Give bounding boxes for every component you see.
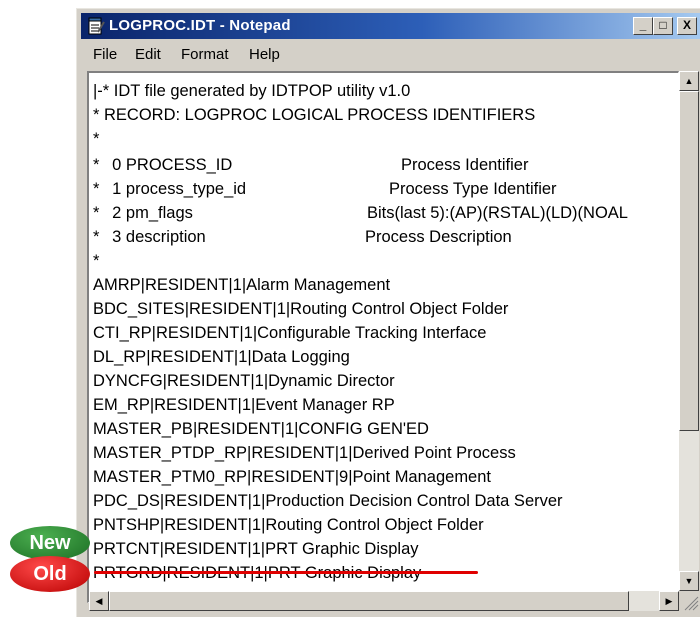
field-star: *: [93, 228, 100, 246]
resize-grip[interactable]: [679, 591, 699, 611]
header-line: *: [93, 130, 100, 148]
field-description: Process Description: [365, 228, 512, 246]
new-badge: New: [10, 526, 90, 560]
record-line: MASTER_PTDP_RP|RESIDENT|1|Derived Point …: [93, 444, 516, 462]
header-line: * RECORD: LOGPROC LOGICAL PROCESS IDENTI…: [93, 106, 536, 124]
record-line: EM_RP|RESIDENT|1|Event Manager RP: [93, 396, 395, 414]
menu-format[interactable]: Format: [181, 46, 229, 63]
scroll-left-button[interactable]: ◀: [89, 591, 109, 611]
horizontal-scroll-thumb[interactable]: [109, 591, 629, 611]
strikethrough-mark: [94, 571, 478, 574]
field-name: 2 pm_flags: [103, 204, 193, 222]
close-button[interactable]: X: [677, 17, 697, 35]
field-description: Process Identifier: [401, 156, 529, 174]
text-editor[interactable]: |-* IDT file generated by IDTPOP utility…: [87, 71, 679, 603]
vertical-scroll-thumb[interactable]: [679, 91, 699, 431]
separator-line: *: [93, 252, 100, 270]
record-line: BDC_SITES|RESIDENT|1|Routing Control Obj…: [93, 300, 509, 318]
field-description: Bits(last 5):(AP)(RSTAL)(LD)(NOAL: [367, 204, 628, 222]
field-star: *: [93, 180, 100, 198]
field-name: 1 process_type_id: [103, 180, 247, 198]
menu-edit[interactable]: Edit: [135, 46, 161, 63]
old-badge: Old: [10, 556, 90, 592]
record-line: DYNCFG|RESIDENT|1|Dynamic Director: [93, 372, 395, 390]
notepad-icon: [88, 17, 105, 35]
field-star: *: [93, 204, 100, 222]
record-line: AMRP|RESIDENT|1|Alarm Management: [93, 276, 391, 294]
notepad-window: LOGPROC.IDT - Notepad _ □ X File Edit Fo…: [76, 8, 700, 617]
field-star: *: [93, 156, 100, 174]
maximize-button[interactable]: □: [653, 17, 673, 35]
minimize-button[interactable]: _: [633, 17, 653, 35]
record-line: PNTSHP|RESIDENT|1|Routing Control Object…: [93, 516, 484, 534]
horizontal-scrollbar[interactable]: ◀ ▶: [89, 591, 679, 611]
scroll-down-button[interactable]: ▼: [679, 571, 699, 591]
record-line-new: PRTCNT|RESIDENT|1|PRT Graphic Display: [93, 540, 419, 558]
resize-grip-icon: [684, 596, 699, 611]
field-name: 0 PROCESS_ID: [103, 156, 233, 174]
menu-bar: File Edit Format Help: [81, 41, 700, 67]
record-line: MASTER_PTM0_RP|RESIDENT|9|Point Manageme…: [93, 468, 491, 486]
menu-file[interactable]: File: [93, 46, 117, 63]
field-name: 3 description: [103, 228, 206, 246]
header-line: |-* IDT file generated by IDTPOP utility…: [93, 82, 411, 100]
scroll-right-button[interactable]: ▶: [659, 591, 679, 611]
record-line: MASTER_PB|RESIDENT|1|CONFIG GEN'ED: [93, 420, 429, 438]
window-title: LOGPROC.IDT - Notepad: [109, 17, 291, 34]
record-line: PDC_DS|RESIDENT|1|Production Decision Co…: [93, 492, 563, 510]
field-description: Process Type Identifier: [389, 180, 557, 198]
record-line: CTI_RP|RESIDENT|1|Configurable Tracking …: [93, 324, 487, 342]
scroll-up-button[interactable]: ▲: [679, 71, 699, 91]
menu-help[interactable]: Help: [249, 46, 280, 63]
vertical-scrollbar[interactable]: ▲ ▼: [679, 71, 699, 591]
record-line: DL_RP|RESIDENT|1|Data Logging: [93, 348, 350, 366]
title-bar[interactable]: LOGPROC.IDT - Notepad _ □ X: [81, 13, 700, 39]
